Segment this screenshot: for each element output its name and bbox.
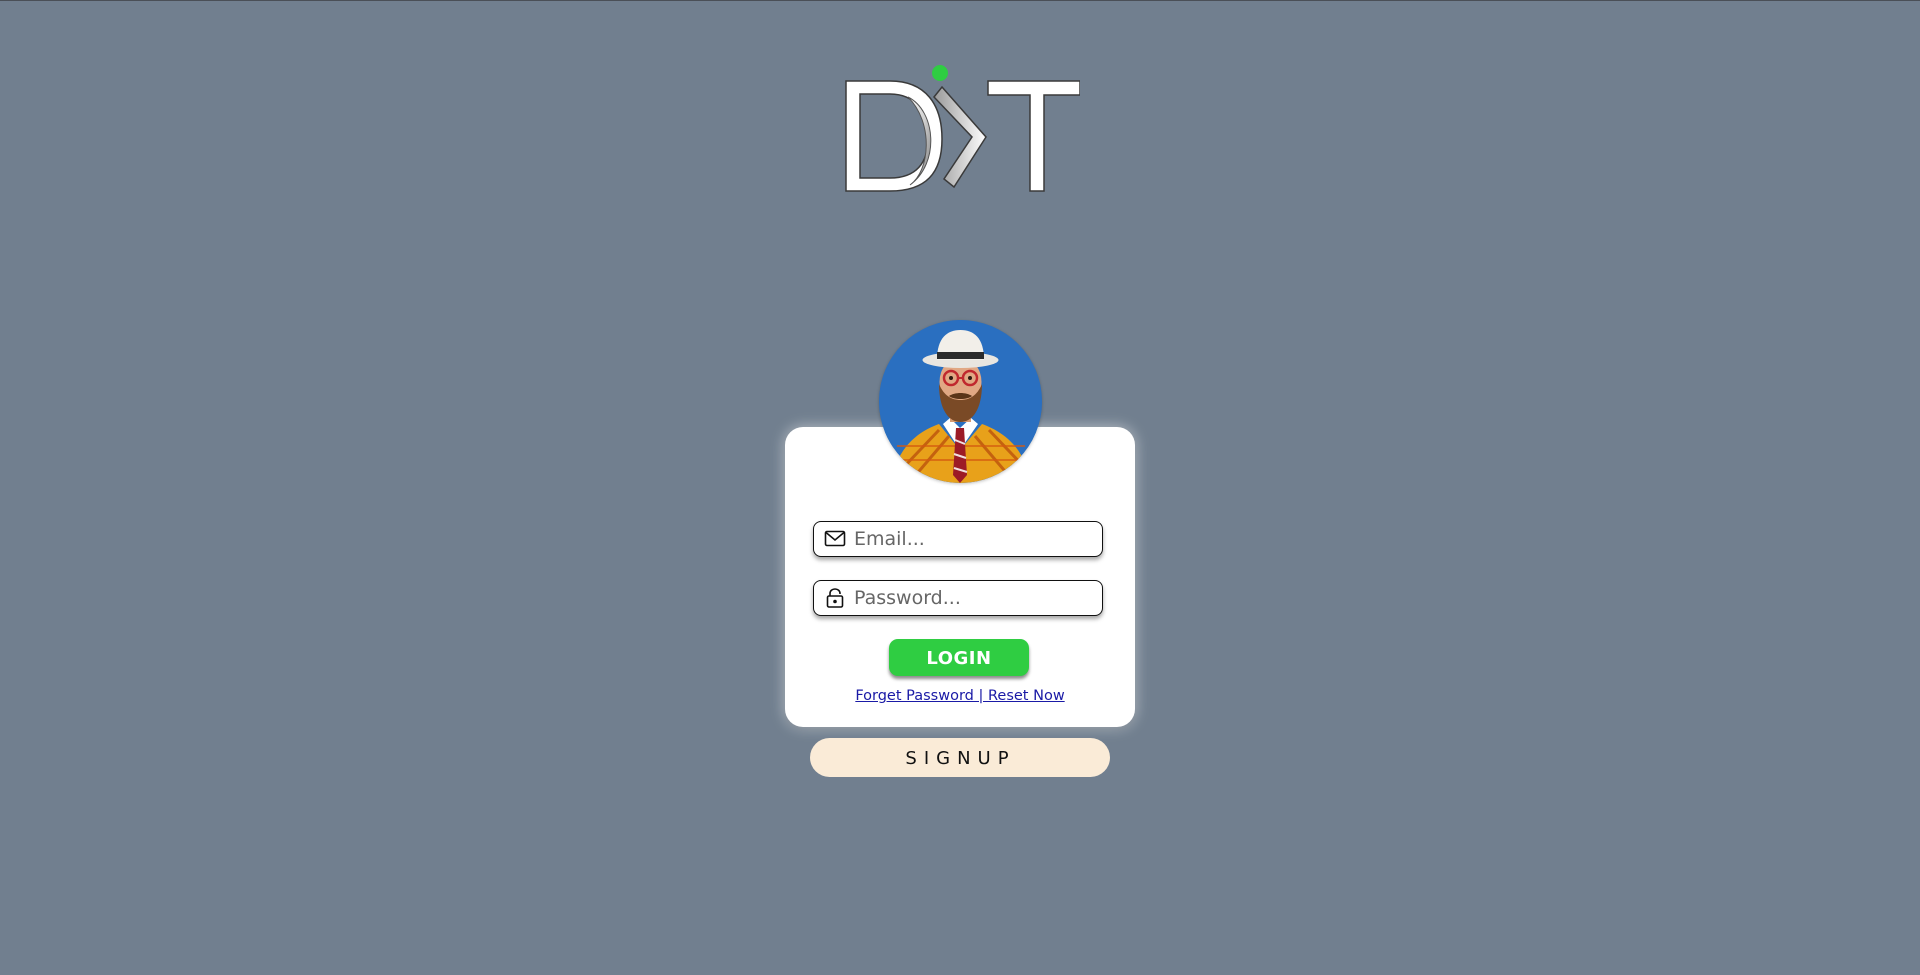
logo-green-dot — [932, 65, 948, 81]
password-field[interactable] — [813, 580, 1103, 616]
brand-logo — [838, 61, 1080, 201]
signup-button[interactable]: SIGNUP — [810, 738, 1110, 777]
email-field[interactable] — [813, 521, 1103, 557]
email-input[interactable] — [854, 525, 1094, 553]
envelope-icon — [824, 529, 846, 549]
reset-password-link-container: Forget Password | Reset Now — [785, 688, 1135, 704]
user-avatar-illustration-icon — [879, 320, 1042, 483]
dkt-logo-icon — [845, 65, 1080, 192]
login-button[interactable]: LOGIN — [889, 639, 1029, 676]
reset-password-link[interactable]: Forget Password | Reset Now — [855, 688, 1064, 704]
password-input[interactable] — [854, 584, 1094, 612]
avatar — [879, 320, 1042, 483]
lock-icon — [824, 588, 846, 608]
